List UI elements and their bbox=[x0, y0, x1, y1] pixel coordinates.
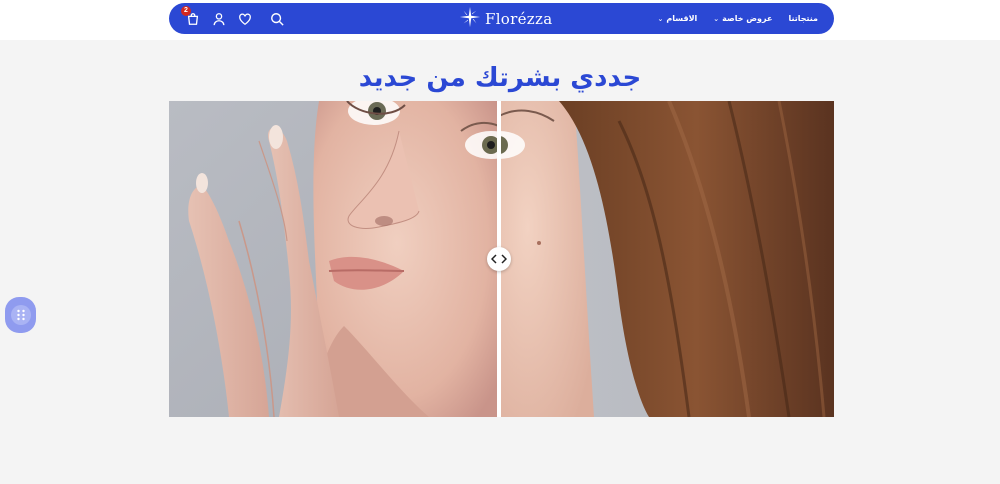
heart-icon bbox=[239, 13, 251, 25]
page-title: جددي بشرتك من جديد bbox=[358, 63, 642, 94]
cart-count-badge: 2 bbox=[181, 5, 191, 16]
accessibility-widget-button[interactable] bbox=[5, 297, 36, 333]
main-navbar: 2 Florézza منتجاتنا عروض خاصة ⌄ الاقسام … bbox=[169, 3, 834, 34]
header-actions: 2 bbox=[181, 3, 285, 34]
search-button[interactable] bbox=[269, 11, 285, 27]
chevrons-left-right-icon bbox=[491, 254, 507, 264]
sparkle-logo-icon bbox=[459, 6, 481, 32]
user-icon bbox=[213, 12, 225, 25]
nav-item-label: الاقسام bbox=[666, 14, 698, 23]
before-photo bbox=[169, 101, 499, 417]
wishlist-button[interactable] bbox=[237, 11, 253, 27]
primary-nav: منتجاتنا عروض خاصة ⌄ الاقسام ⌄ bbox=[641, 3, 818, 34]
before-after-slider[interactable] bbox=[169, 101, 834, 417]
search-icon bbox=[271, 12, 284, 26]
nav-item-categories[interactable]: الاقسام ⌄ bbox=[657, 14, 697, 23]
nav-item-products[interactable]: منتجاتنا bbox=[788, 14, 818, 23]
nav-item-special-offers[interactable]: عروض خاصة ⌄ bbox=[713, 14, 772, 23]
after-photo bbox=[499, 101, 834, 417]
nav-item-label: منتجاتنا bbox=[788, 14, 818, 23]
chevron-down-icon: ⌄ bbox=[657, 14, 664, 23]
chevron-down-icon: ⌄ bbox=[713, 14, 720, 23]
grid-dots-icon bbox=[10, 305, 31, 325]
cart-button[interactable]: 2 bbox=[181, 5, 201, 27]
account-button[interactable] bbox=[211, 11, 227, 27]
nav-item-label: عروض خاصة bbox=[722, 14, 773, 23]
brand-logo[interactable]: Florézza bbox=[459, 6, 553, 32]
slider-handle[interactable] bbox=[487, 247, 511, 271]
logo-wordmark: Florézza bbox=[485, 10, 553, 28]
